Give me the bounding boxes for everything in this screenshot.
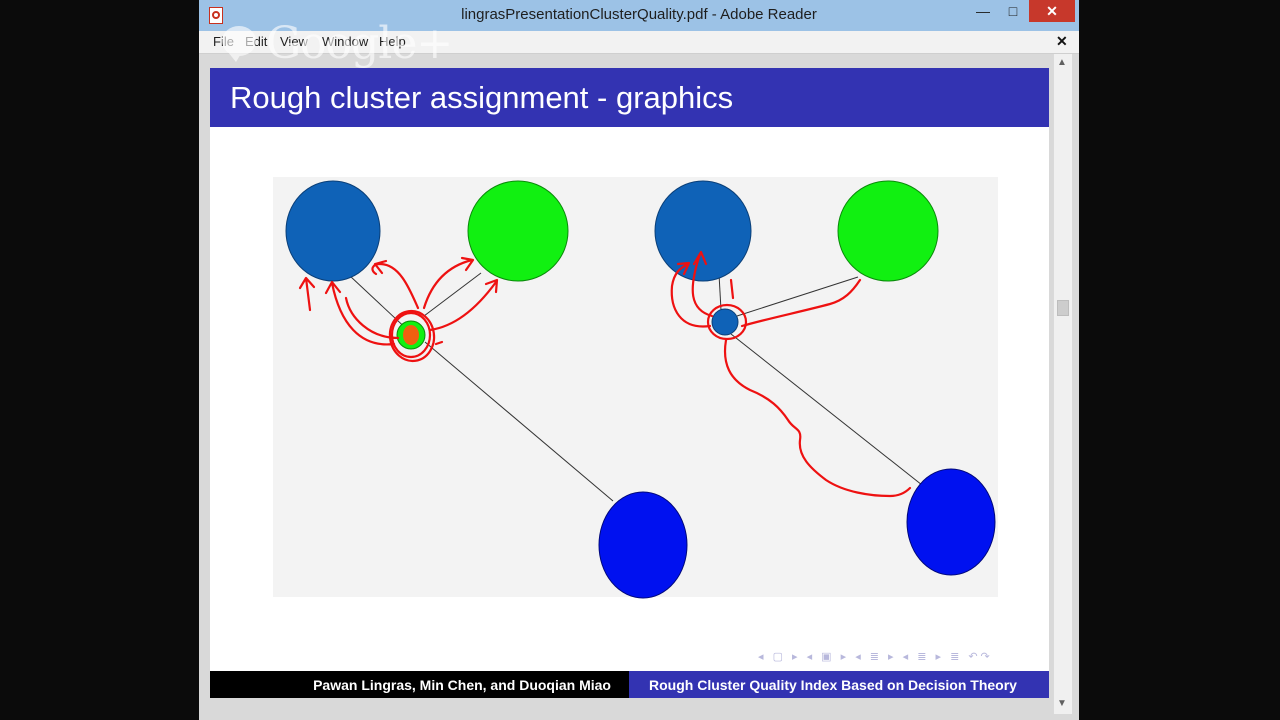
minimize-button[interactable]: — bbox=[969, 0, 997, 22]
connector-line bbox=[424, 341, 614, 502]
title-bar: lingrasPresentationClusterQuality.pdf - … bbox=[199, 0, 1079, 31]
footer-authors-bar: Pawan Lingras, Min Chen, and Duoqian Mia… bbox=[210, 671, 629, 698]
annotation-arrow bbox=[740, 278, 862, 328]
beamer-navigation-icons[interactable]: ◂ ▢ ▸ ◂ ▣ ▸ ◂ ≣ ▸ ◂ ≣ ▸ ≣ ↶↷ bbox=[758, 650, 993, 663]
window-title: lingrasPresentationClusterQuality.pdf - … bbox=[461, 6, 817, 23]
cluster-figure bbox=[285, 180, 996, 599]
annotation-arrow bbox=[428, 278, 499, 332]
menu-window[interactable]: Window bbox=[322, 34, 368, 49]
cluster-blue-dark bbox=[654, 180, 752, 282]
cluster-blue-dark bbox=[285, 180, 381, 282]
menu-help[interactable]: Help bbox=[379, 34, 406, 49]
footer-authors: Pawan Lingras, Min Chen, and Duoqian Mia… bbox=[313, 677, 611, 693]
annotation-arrow bbox=[298, 276, 316, 312]
lower-approx-object bbox=[711, 308, 739, 336]
connector-line bbox=[736, 276, 859, 317]
annotation-arrow bbox=[371, 259, 420, 310]
menu-edit[interactable]: Edit bbox=[245, 34, 267, 49]
menu-bar: File Edit View Window Help ✕ bbox=[199, 31, 1079, 54]
cluster-blue bbox=[598, 491, 688, 599]
menu-view[interactable]: View bbox=[280, 34, 308, 49]
annotation-mark bbox=[729, 278, 735, 300]
object-core bbox=[403, 325, 419, 345]
acrobat-reader-window: lingrasPresentationClusterQuality.pdf - … bbox=[199, 0, 1079, 720]
pdf-page: Rough cluster assignment - graphics ◂ ▢ … bbox=[210, 68, 1049, 698]
cluster-blue bbox=[906, 468, 996, 576]
scroll-thumb[interactable] bbox=[1057, 300, 1069, 316]
maximize-button[interactable]: □ bbox=[999, 0, 1027, 22]
close-window-button[interactable]: ✕ bbox=[1029, 0, 1075, 22]
menu-file[interactable]: File bbox=[213, 34, 234, 49]
vertical-scrollbar[interactable]: ▲ ▼ bbox=[1053, 54, 1072, 714]
cluster-green bbox=[467, 180, 569, 282]
connector-line bbox=[730, 333, 923, 486]
connector-line bbox=[718, 273, 722, 311]
close-document-icon[interactable]: ✕ bbox=[1056, 33, 1068, 50]
annotation-squiggle bbox=[724, 338, 912, 498]
scroll-down-arrow-icon[interactable]: ▼ bbox=[1057, 698, 1067, 709]
footer-title: Rough Cluster Quality Index Based on Dec… bbox=[649, 677, 1017, 693]
scroll-up-arrow-icon[interactable]: ▲ bbox=[1057, 57, 1067, 68]
cluster-green bbox=[837, 180, 939, 282]
document-viewport[interactable]: Rough cluster assignment - graphics ◂ ▢ … bbox=[199, 54, 1079, 720]
footer-title-bar: Rough Cluster Quality Index Based on Dec… bbox=[629, 671, 1049, 698]
annotation-arrow bbox=[422, 256, 475, 310]
annotation-cursor bbox=[434, 340, 444, 346]
annotation-arrow bbox=[324, 280, 396, 346]
